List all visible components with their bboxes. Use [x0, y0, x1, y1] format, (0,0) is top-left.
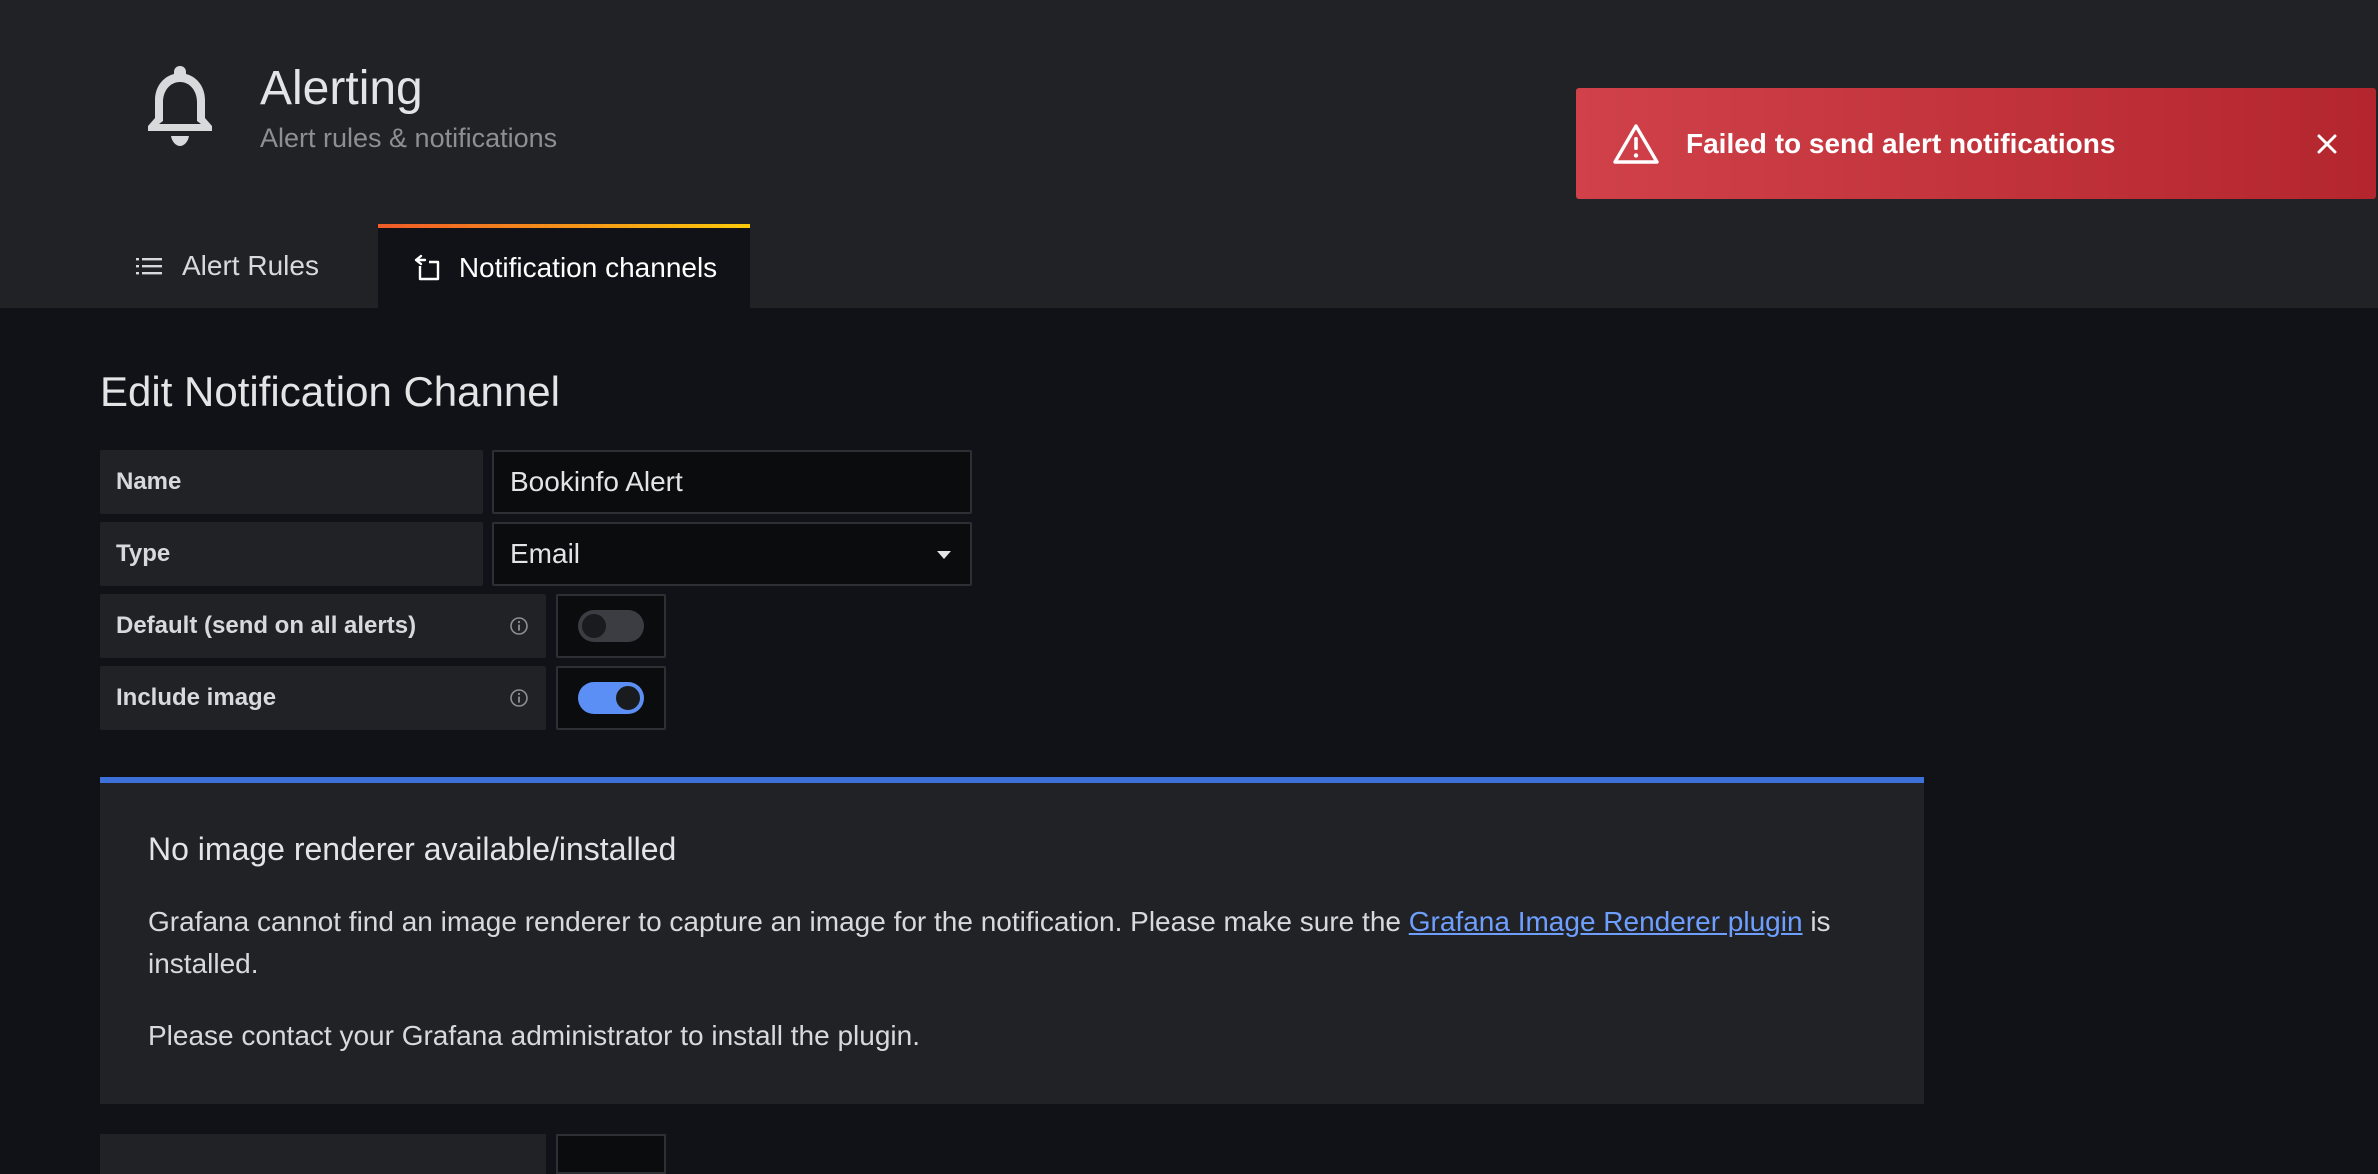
page-title: Alerting	[260, 62, 423, 115]
image-renderer-alert: No image renderer available/installed Gr…	[100, 777, 1924, 1104]
include-image-switch-track	[578, 682, 644, 714]
default-switch-track	[578, 610, 644, 642]
include-image-label: Include image	[100, 666, 546, 730]
next-row-toggle[interactable]	[556, 1134, 666, 1174]
alert-body-contact: Please contact your Grafana administrato…	[148, 1020, 920, 1051]
type-select-value: Email	[510, 538, 581, 569]
alert-body: Grafana cannot find an image renderer to…	[148, 901, 1888, 985]
info-circle-icon[interactable]	[509, 688, 529, 708]
next-row-label	[100, 1134, 546, 1174]
section-title: Edit Notification Channel	[100, 368, 560, 415]
list-icon	[136, 258, 162, 275]
name-input[interactable]: Bookinfo Alert	[492, 450, 972, 514]
close-icon	[2317, 134, 2337, 153]
info-circle-icon[interactable]	[509, 616, 529, 636]
tab-label: Alert Rules	[182, 250, 319, 281]
image-renderer-plugin-link[interactable]: Grafana Image Renderer plugin	[1409, 906, 1803, 937]
include-image-toggle[interactable]	[556, 666, 666, 730]
tab-bar: Alert Rules Notification channels	[100, 224, 750, 308]
page-subtitle: Alert rules & notifications	[260, 123, 558, 153]
bell-icon	[148, 66, 212, 146]
tab-alert-rules[interactable]: Alert Rules	[100, 224, 378, 308]
default-toggle[interactable]	[556, 594, 666, 658]
include-image-switch-knob	[616, 686, 640, 710]
exclamation-triangle-icon	[1613, 123, 1659, 164]
default-switch-knob	[582, 614, 606, 638]
type-label: Type	[100, 522, 483, 586]
tab-label: Notification channels	[458, 252, 718, 283]
error-toast: Failed to send alert notifications	[1576, 88, 2376, 199]
toast-close-button[interactable]	[2290, 107, 2364, 181]
name-label: Name	[100, 450, 483, 514]
alert-title: No image renderer available/installed	[148, 831, 677, 867]
toast-message: Failed to send alert notifications	[1686, 127, 2116, 159]
alert-body-text: Grafana cannot find an image renderer to…	[148, 906, 1409, 937]
type-select[interactable]: Email	[492, 522, 972, 586]
tab-notification-channels[interactable]: Notification channels	[378, 224, 750, 308]
caret-down-icon	[937, 551, 951, 559]
default-label: Default (send on all alerts)	[100, 594, 546, 658]
comment-alt-share-icon	[414, 254, 440, 281]
